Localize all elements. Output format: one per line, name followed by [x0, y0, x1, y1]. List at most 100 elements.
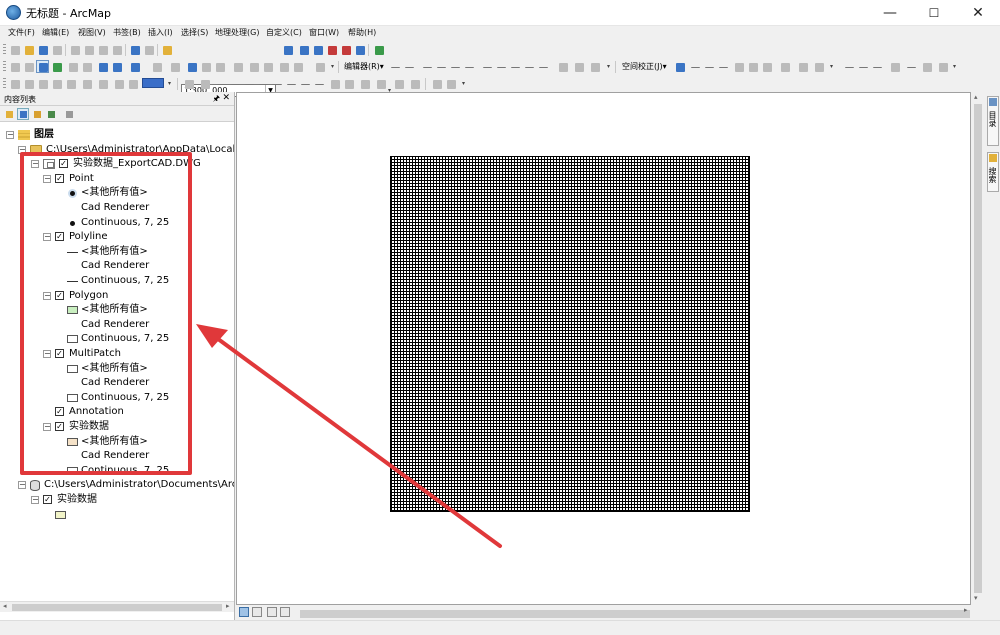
print-icon[interactable] [50, 43, 63, 56]
layout-icon-3[interactable] [36, 77, 49, 90]
rotate-icon[interactable] [536, 60, 549, 73]
undo-icon[interactable] [128, 43, 141, 56]
point-icon[interactable] [462, 60, 475, 73]
menu-view[interactable]: 视图(V) [78, 27, 106, 38]
toolbar-grip[interactable] [3, 61, 6, 72]
edit-annotation-icon[interactable] [402, 60, 415, 73]
search-dock-tab[interactable]: 搜索 [987, 152, 999, 192]
arctoolbox-icon[interactable] [339, 43, 352, 56]
list-by-source-icon[interactable] [17, 108, 29, 120]
list-by-selection-icon[interactable] [45, 108, 57, 120]
modelbuilder-icon[interactable] [372, 43, 385, 56]
georef-icon-7[interactable] [936, 60, 949, 73]
create-viewer-window-icon[interactable] [313, 60, 326, 73]
scrollbar-thumb[interactable] [974, 104, 982, 593]
modify-link-icon[interactable] [702, 60, 715, 73]
sketch-properties-icon[interactable] [572, 60, 585, 73]
georef-icon-6[interactable] [920, 60, 933, 73]
layout-view-icon[interactable] [252, 607, 262, 617]
scroll-left-icon[interactable]: ◂ [3, 602, 7, 610]
draw-icon-10[interactable] [312, 77, 325, 90]
new-document-icon[interactable] [8, 43, 21, 56]
layout-icon-4[interactable] [50, 77, 63, 90]
tree-row-layer[interactable]: − ✓ 实验数据 [0, 493, 234, 507]
close-button[interactable]: ✕ [956, 0, 1000, 26]
tree-row-db[interactable]: − C:\Users\Administrator\Documents\ArcG [0, 478, 234, 492]
hyperlink-icon[interactable] [199, 60, 212, 73]
add-data-icon[interactable] [160, 43, 173, 56]
menu-selection[interactable]: 选择(S) [181, 27, 208, 38]
toolbar-overflow-icon[interactable]: ▾ [460, 77, 467, 90]
menu-geoprocessing[interactable]: 地理处理(G) [215, 27, 259, 38]
menu-edit[interactable]: 编辑(E) [42, 27, 69, 38]
scroll-right-icon[interactable]: ▸ [226, 602, 230, 610]
full-extent-icon[interactable] [50, 60, 63, 73]
reshape-icon[interactable] [494, 60, 507, 73]
map-display[interactable] [236, 92, 971, 605]
draw-icon-11[interactable] [328, 77, 341, 90]
select-features-icon[interactable] [128, 60, 141, 73]
draw-icon-4[interactable] [228, 77, 241, 90]
layout-icon-6[interactable] [80, 77, 93, 90]
draw-icon-2[interactable] [198, 77, 211, 90]
pause-drawing-icon[interactable] [280, 607, 290, 617]
back-extent-icon[interactable] [96, 60, 109, 73]
toolbar-overflow-icon[interactable]: ▾ [951, 60, 958, 73]
georef-icon-5[interactable] [904, 60, 917, 73]
create-features-icon[interactable] [588, 60, 601, 73]
edge-match-icon[interactable] [796, 60, 809, 73]
draw-icon-9[interactable] [298, 77, 311, 90]
toolbar-overflow-icon[interactable]: ▾ [605, 60, 612, 73]
identify-icon[interactable] [185, 60, 198, 73]
pin-icon[interactable]: 🖈 [213, 93, 220, 107]
scrollbar-thumb[interactable] [12, 604, 222, 611]
menu-file[interactable]: 文件(F) [8, 27, 35, 38]
draw-icon-6[interactable] [256, 77, 269, 90]
multiple-displacement-icon[interactable] [716, 60, 729, 73]
maximize-button[interactable]: ☐ [912, 0, 956, 26]
python-window-icon[interactable] [353, 43, 366, 56]
fixed-zoom-out-icon[interactable] [80, 60, 93, 73]
identity-link-icon[interactable] [732, 60, 745, 73]
visibility-checkbox[interactable]: ✓ [43, 495, 52, 504]
delete-icon[interactable] [110, 43, 123, 56]
straight-segment-icon[interactable] [420, 60, 433, 73]
draw-icon-18[interactable] [444, 77, 457, 90]
menu-customize[interactable]: 自定义(C) [266, 27, 302, 38]
toc-close-icon[interactable]: ✕ [222, 93, 230, 103]
list-by-drawing-order-icon[interactable] [3, 108, 15, 120]
tree-row-layers[interactable]: − 图层 [0, 128, 234, 142]
toc-horizontal-scrollbar[interactable]: ◂ ▸ [0, 601, 234, 612]
view-link-table-icon[interactable] [778, 60, 791, 73]
trace-icon[interactable] [448, 60, 461, 73]
draw-icon-13[interactable] [358, 77, 371, 90]
menu-insert[interactable]: 插入(I) [148, 27, 173, 38]
attributes-icon[interactable] [556, 60, 569, 73]
table-of-contents-icon[interactable] [297, 43, 310, 56]
cut-polygons-icon[interactable] [508, 60, 521, 73]
catalog-window-icon[interactable] [311, 43, 324, 56]
fixed-zoom-in-icon[interactable] [66, 60, 79, 73]
draw-icon-8[interactable] [284, 77, 297, 90]
new-displacement-link-icon[interactable] [688, 60, 701, 73]
pan-icon[interactable] [36, 60, 49, 73]
clear-limited-icon[interactable] [760, 60, 773, 73]
toolbar-grip[interactable] [3, 78, 6, 89]
toolbar-overflow-icon[interactable]: ▾ [828, 60, 835, 73]
redo-icon[interactable] [142, 43, 155, 56]
collapse-toggle-icon[interactable]: − [18, 481, 26, 490]
toolbar-overflow-icon[interactable]: ▾ [329, 60, 336, 73]
select-elements-icon[interactable] [168, 60, 181, 73]
data-view-icon[interactable] [239, 607, 249, 617]
georef-icon-3[interactable] [870, 60, 883, 73]
layout-icon-1[interactable] [8, 77, 21, 90]
zoom-in-icon[interactable] [8, 60, 21, 73]
draw-icon-12[interactable] [342, 77, 355, 90]
menu-help[interactable]: 帮助(H) [348, 27, 376, 38]
draw-icon-14[interactable] [374, 77, 387, 90]
collapse-toggle-icon[interactable]: − [31, 496, 39, 504]
limited-adjustment-icon[interactable] [746, 60, 759, 73]
menu-bookmarks[interactable]: 书签(B) [113, 27, 141, 38]
draw-icon-16[interactable] [408, 77, 421, 90]
go-to-xy-icon[interactable] [277, 60, 290, 73]
